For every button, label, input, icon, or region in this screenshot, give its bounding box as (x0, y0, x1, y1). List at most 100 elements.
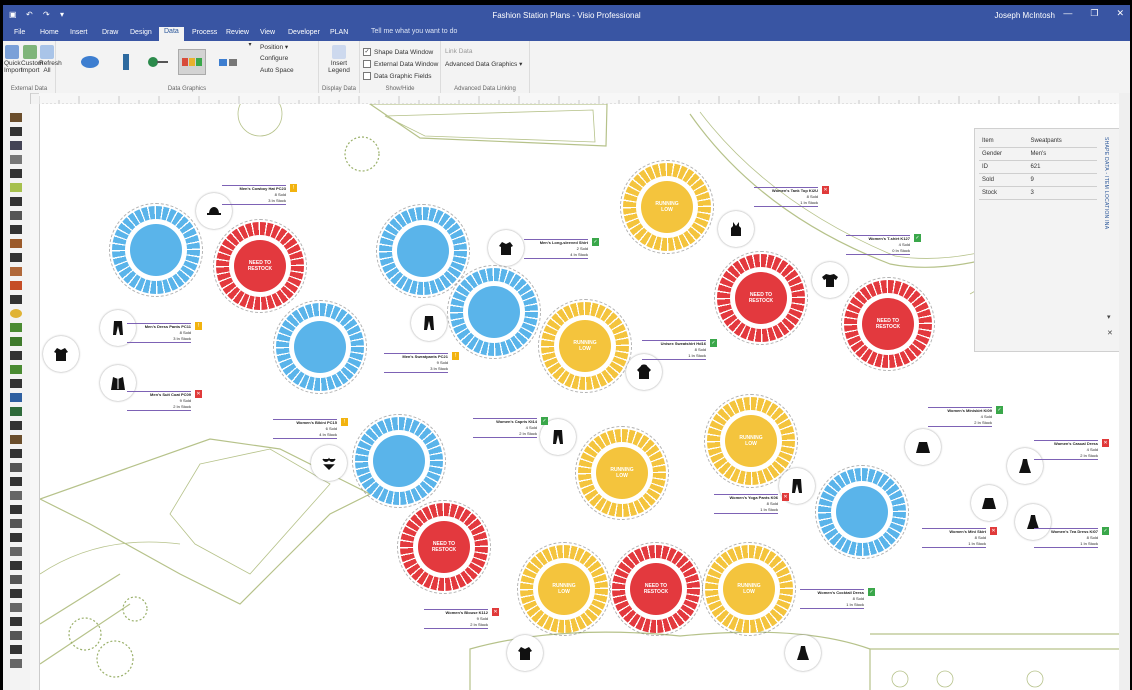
stock-dial-yellow[interactable]: RUNNING LOW (538, 299, 632, 393)
configure-button[interactable]: Configure (260, 55, 288, 62)
product-label[interactable]: Women's Cocktail Dress 8 Sold 1 In Stock ✓ (790, 588, 875, 609)
stencil-shape[interactable] (10, 183, 22, 192)
tab-view[interactable]: View (255, 28, 280, 37)
product-label[interactable]: Women's Yoga Pants K06 8 Sold 1 In Stock ✕ (704, 493, 789, 514)
tab-data[interactable]: Data (159, 27, 184, 41)
stencil-shape[interactable] (10, 463, 22, 472)
stencil-shape[interactable] (10, 617, 22, 626)
stencil-shape[interactable] (10, 659, 22, 668)
product-label[interactable]: Men's Dress Pants PC11 8 Sold 3 In Stock! (117, 322, 202, 343)
product-label[interactable]: Women's T-shirt K127 4 Sold 0 In Stock ✓ (836, 234, 921, 255)
stencil-shape[interactable] (10, 239, 22, 248)
insert-legend-button[interactable]: Insert Legend (325, 45, 353, 74)
stock-dial-red[interactable]: NEED TO RESTOCK (714, 251, 808, 345)
quick-import-button[interactable]: Quick Import (4, 45, 22, 74)
stencil-shape[interactable] (10, 645, 22, 654)
product-label[interactable]: Women's Bikini PC15 6 Sold 4 In Stock! (263, 418, 348, 439)
product-label[interactable]: Women's Casual Dress 4 Sold 2 In Stock ✕ (1024, 439, 1109, 460)
product-label[interactable]: Women's Tank Top Ki2U 8 Sold 1 In Stock ✕ (744, 186, 829, 207)
stencil-shape[interactable] (10, 127, 22, 136)
tab-draw[interactable]: Draw (97, 28, 123, 37)
restore-button[interactable]: ❐ (1090, 8, 1098, 19)
vertical-scrollbar[interactable] (1119, 93, 1130, 690)
stencil-shape[interactable] (10, 197, 22, 206)
product-label[interactable]: Men's Cowboy Hat PC23 8 Sold 3 In Stock! (212, 184, 297, 205)
stencil-shape[interactable] (10, 295, 22, 304)
stencil-shape[interactable] (10, 267, 22, 276)
stencil-shape[interactable] (10, 603, 22, 612)
stencil-shape[interactable] (10, 533, 22, 542)
tab-file[interactable]: File (9, 28, 30, 37)
custom-import-button[interactable]: Custom Import (21, 45, 43, 74)
stencil-shape[interactable] (10, 365, 22, 374)
stencil-shape[interactable] (10, 337, 22, 346)
stencil-shape[interactable] (10, 589, 22, 598)
product-jacket[interactable] (507, 635, 543, 671)
product-bikini[interactable] (311, 445, 347, 481)
gallery-thumbs[interactable] (214, 49, 242, 75)
stock-dial-red[interactable]: NEED TO RESTOCK (609, 542, 703, 636)
product-jacket[interactable] (43, 336, 79, 372)
stock-dial-yellow[interactable]: RUNNING LOW (620, 160, 714, 254)
drawing-canvas[interactable]: NEED TO RESTOCK RUNNING LOW RUNNING LOW NEE… (40, 104, 1119, 690)
product-label[interactable]: Men's Suit Coat PC09 9 Sold 2 In Stock ✕ (117, 390, 202, 411)
tab-home[interactable]: Home (35, 28, 64, 37)
gallery-flags[interactable] (178, 49, 206, 75)
product-skirt[interactable] (971, 485, 1007, 521)
user-name[interactable]: Joseph McIntosh (995, 11, 1055, 20)
tab-review[interactable]: Review (221, 28, 254, 37)
stencil-shape[interactable] (10, 225, 22, 234)
gallery-progress[interactable] (144, 49, 172, 75)
stock-dial-yellow[interactable]: RUNNING LOW (702, 542, 796, 636)
stencil-shape[interactable] (10, 561, 22, 570)
stock-dial-yellow[interactable]: RUNNING LOW (575, 426, 669, 520)
tab-developer[interactable]: Developer (283, 28, 325, 37)
stencil-shape[interactable] (10, 575, 22, 584)
stencil-shape[interactable] (10, 519, 22, 528)
stencil-shape[interactable] (10, 505, 22, 514)
minimize-button[interactable]: — (1063, 8, 1072, 19)
data-graphic-fields-checkbox[interactable]: Data Graphic Fields (363, 72, 431, 80)
stock-dial-blue[interactable] (352, 414, 446, 508)
stencil-shape[interactable] (10, 169, 22, 178)
product-label[interactable]: Women's Blouse K112 9 Sold 2 In Stock ✕ (414, 608, 499, 629)
product-pants[interactable] (411, 305, 447, 341)
stock-dial-red[interactable]: NEED TO RESTOCK (397, 500, 491, 594)
stencil-shape[interactable] (10, 449, 22, 458)
stencil-shape[interactable] (10, 323, 22, 332)
stock-dial-blue[interactable] (273, 300, 367, 394)
stencil-shape[interactable] (10, 491, 22, 500)
close-button[interactable]: ✕ (1116, 8, 1124, 19)
stencil-shape[interactable] (10, 477, 22, 486)
stock-dial-red[interactable]: NEED TO RESTOCK (841, 277, 935, 371)
product-dress[interactable] (785, 635, 821, 671)
refresh-all-button[interactable]: Refresh All (39, 45, 62, 74)
vertical-ruler[interactable] (30, 104, 40, 690)
stencil-shape[interactable] (10, 631, 22, 640)
tell-me-box[interactable]: Tell me what you want to do (371, 28, 457, 35)
stencil-shape[interactable] (10, 379, 22, 388)
stencil-shape[interactable] (10, 421, 22, 430)
tab-process[interactable]: Process (187, 28, 222, 37)
stock-dial-yellow[interactable]: RUNNING LOW (704, 394, 798, 488)
stencil-shape[interactable] (10, 393, 22, 402)
gallery-more-button[interactable]: ▾ (246, 41, 254, 48)
tab-design[interactable]: Design (125, 28, 157, 37)
position-button[interactable]: Position ▾ (260, 43, 288, 51)
stencil-shape[interactable] (10, 113, 22, 122)
stock-dial-blue[interactable] (815, 465, 909, 559)
product-label[interactable]: Men's Long-sleeved Shirt 2 Sold 4 In Stock… (514, 238, 599, 259)
stencil-shape[interactable] (10, 141, 22, 150)
stencil-shape[interactable] (10, 407, 22, 416)
gallery-thermometer[interactable] (112, 49, 140, 75)
product-label[interactable]: Women's Mini Skirt 8 Sold 1 In Stock ✕ (912, 527, 997, 548)
external-data-window-checkbox[interactable]: External Data Window (363, 60, 438, 68)
stencil-shape[interactable] (10, 351, 22, 360)
stencil-shape[interactable] (10, 253, 22, 262)
product-label[interactable]: Women's Miniskirt Ki09 4 Sold 2 In Stock ✓ (918, 406, 1003, 427)
gallery-bubble[interactable] (76, 49, 104, 75)
stock-dial-blue[interactable] (109, 203, 203, 297)
product-label[interactable]: Unisex Sweatshirt Hd16 8 Sold 1 In Stock ✓ (632, 339, 717, 360)
product-tank[interactable] (718, 211, 754, 247)
product-tshirt[interactable] (812, 262, 848, 298)
